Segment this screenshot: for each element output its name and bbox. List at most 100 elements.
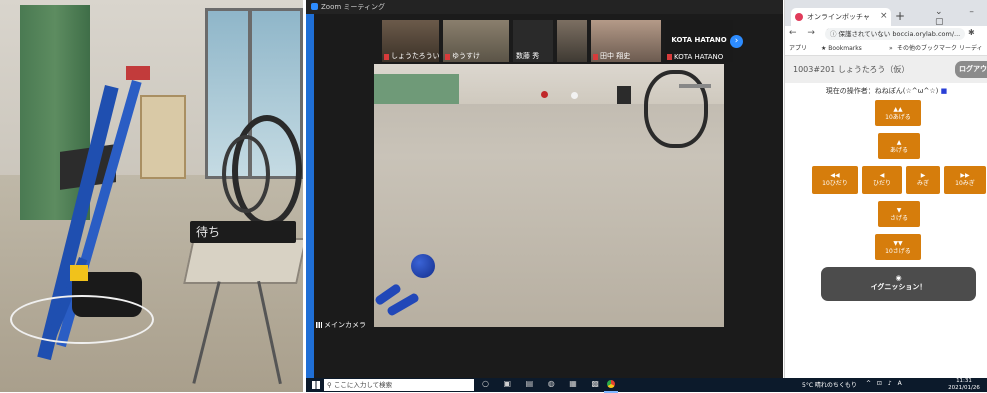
up-label: あげる (889, 147, 908, 154)
bookmark-bookmarks[interactable]: ★ Bookmarks (821, 42, 862, 55)
next-page-chevron-icon[interactable]: › (730, 35, 743, 48)
photo-red-device (126, 66, 150, 80)
search-placeholder: ここに入力して検索 (333, 381, 393, 389)
participant-tile[interactable] (557, 20, 587, 62)
participant-display-name: KOTA HATANO (671, 36, 727, 44)
participant-name: ゆうすけ (452, 52, 480, 60)
mic-muted-icon (667, 54, 672, 60)
participant-name: 田中 翔史 (600, 52, 631, 60)
mic-muted-icon (593, 54, 598, 60)
windows-start-icon[interactable] (312, 381, 320, 389)
left-button[interactable]: ◀ ひだり (862, 166, 902, 194)
down-10-button[interactable]: ▼▼ 10さげる (875, 234, 921, 260)
participant-tile[interactable]: 数藤 秀 (513, 20, 553, 62)
video-green-mat (374, 74, 459, 104)
search-icon: ⚲ (327, 381, 334, 389)
participant-name: KOTA HATANO (674, 53, 724, 61)
browser-toolbar: ← → C ⌂ ⓘ 保護されていない boccia.orylab.com/... … (785, 26, 987, 42)
down-button[interactable]: ▼ さげる (878, 201, 920, 227)
logout-button[interactable]: ログアウト (955, 61, 987, 78)
up-arrow-icon: ▲ (896, 139, 902, 146)
red-ball (541, 91, 548, 98)
right-label: みぎ (916, 180, 929, 187)
double-up-arrow-icon: ▲▲ (893, 106, 903, 113)
down-10-label: 10さげる (885, 248, 911, 255)
down-arrow-icon: ▼ (896, 207, 902, 214)
taskbar-app-icons[interactable]: ○ ▣ ▤ ◍ ▦ ▩ (482, 379, 605, 388)
video-wheelchair (644, 70, 708, 148)
zoom-logo-icon (311, 3, 318, 10)
white-jack-ball (571, 92, 578, 99)
up-10-label: 10あげる (885, 114, 911, 121)
favicon-icon (795, 13, 803, 21)
blue-ball (411, 254, 435, 278)
left-10-button[interactable]: ◀◀ 10ひだり (812, 166, 858, 194)
ignition-button[interactable]: ◉ イグニッション！ (821, 267, 976, 301)
signal-bars-icon (316, 322, 322, 328)
url-security: 保護されていない (838, 30, 891, 38)
tab-close-icon[interactable]: × (880, 11, 888, 21)
participant-name: しょうたろういまいとお (391, 52, 439, 60)
right-arrow-icon: ▶ (920, 172, 926, 179)
right-10-button[interactable]: ▶▶ 10みぎ (944, 166, 986, 194)
down-label: さげる (889, 215, 908, 222)
bookmark-apps[interactable]: アプリ (789, 42, 807, 55)
browser-tab[interactable]: オンラインボッチャ × (791, 8, 891, 26)
participant-tile[interactable]: 田中 翔史 (591, 20, 661, 62)
taskbar-search[interactable]: ⚲ ここに入力して検索 (324, 379, 474, 391)
clock-date: 2021/01/26 (948, 385, 980, 391)
double-left-arrow-icon: ◀◀ (830, 172, 840, 179)
up-10-button[interactable]: ▲▲ 10あげる (875, 100, 921, 126)
current-operator: 現在の操作者：ねねぽん(☆^ω^☆) ■ (785, 86, 987, 96)
up-button[interactable]: ▲ あげる (878, 133, 920, 159)
info-icon: ⓘ (830, 30, 837, 38)
photo-wheelchair-wheel (222, 135, 270, 213)
windows-taskbar: ⚲ ここに入力して検索 ○ ▣ ▤ ◍ ▦ ▩ 5°C 晴れのちくもり ^ ⊡ … (306, 378, 987, 393)
camera-label: メインカメラ (316, 320, 366, 330)
left-label: ひだり (872, 180, 891, 187)
bookmark-reading-list[interactable]: リーディ (959, 42, 983, 55)
extensions-icon[interactable]: ✱ (968, 28, 975, 37)
double-right-arrow-icon: ▶▶ (960, 172, 970, 179)
right-button[interactable]: ▶ みぎ (906, 166, 940, 194)
bookmarks-bar: アプリ ★ Bookmarks » その他のブックマーク リーディ (785, 42, 987, 56)
photo-cable (10, 295, 154, 344)
browser-window: オンラインボッチャ × + ⌄ – ▢ ← → C ⌂ ⓘ 保護されていない bo… (784, 0, 987, 378)
new-tab-button[interactable]: + (895, 9, 905, 23)
weather-widget[interactable]: 5°C 晴れのちくもり (802, 380, 857, 389)
double-down-arrow-icon: ▼▼ (893, 240, 903, 247)
zoom-side-strip (306, 14, 314, 378)
participant-tile[interactable]: KOTA HATANO KOTA HATANO (665, 20, 733, 62)
robot-photo: 待ち (0, 0, 303, 392)
zoom-window-title: Zoom ミーティング (321, 3, 385, 11)
address-bar[interactable]: ⓘ 保護されていない boccia.orylab.com/... (825, 28, 965, 40)
left-10-label: 10ひだり (822, 180, 848, 187)
system-tray[interactable]: ^ ⊡ ♪ A (866, 380, 904, 387)
photo-shelf (140, 95, 186, 179)
tab-strip: オンラインボッチャ × + ⌄ – ▢ (785, 0, 987, 27)
zoom-window: Zoom ミーティング しょうたろういまいとお ゆうすけ 数藤 秀 田中 翔史 … (306, 0, 783, 378)
video-stool (679, 84, 711, 88)
participant-tile[interactable]: しょうたろういまいとお (382, 20, 439, 62)
mic-muted-icon (445, 54, 450, 60)
bookmark-overflow[interactable]: » (889, 42, 893, 55)
bookmark-other[interactable]: その他のブックマーク (897, 42, 957, 55)
taskbar-clock[interactable]: 11:31 2021/01/26 (946, 378, 982, 392)
room-name: 1003#201 しょうたろう（仮） (793, 65, 910, 74)
operator-text: 現在の操作者：ねねぽん(☆^ω^☆) (825, 87, 939, 95)
photo-yellow-part (70, 265, 88, 281)
photo-status-sign: 待ち (190, 221, 296, 243)
participant-tile[interactable]: ゆうすけ (443, 20, 509, 62)
url-text: boccia.orylab.com/... (892, 30, 961, 38)
chrome-icon[interactable] (604, 379, 618, 393)
operator-indicator-icon: ■ (940, 87, 948, 95)
ignition-label: イグニッション！ (870, 283, 927, 291)
left-arrow-icon: ◀ (879, 172, 885, 179)
page-header: 1003#201 しょうたろう（仮） ログアウト (785, 56, 987, 83)
window-controls[interactable]: ⌄ – ▢ (935, 7, 987, 27)
photo-table (183, 238, 303, 284)
participant-name: 数藤 秀 (516, 52, 540, 60)
right-10-label: 10みぎ (955, 180, 975, 187)
video-bin (617, 86, 631, 104)
ignition-icon: ◉ (895, 274, 902, 282)
